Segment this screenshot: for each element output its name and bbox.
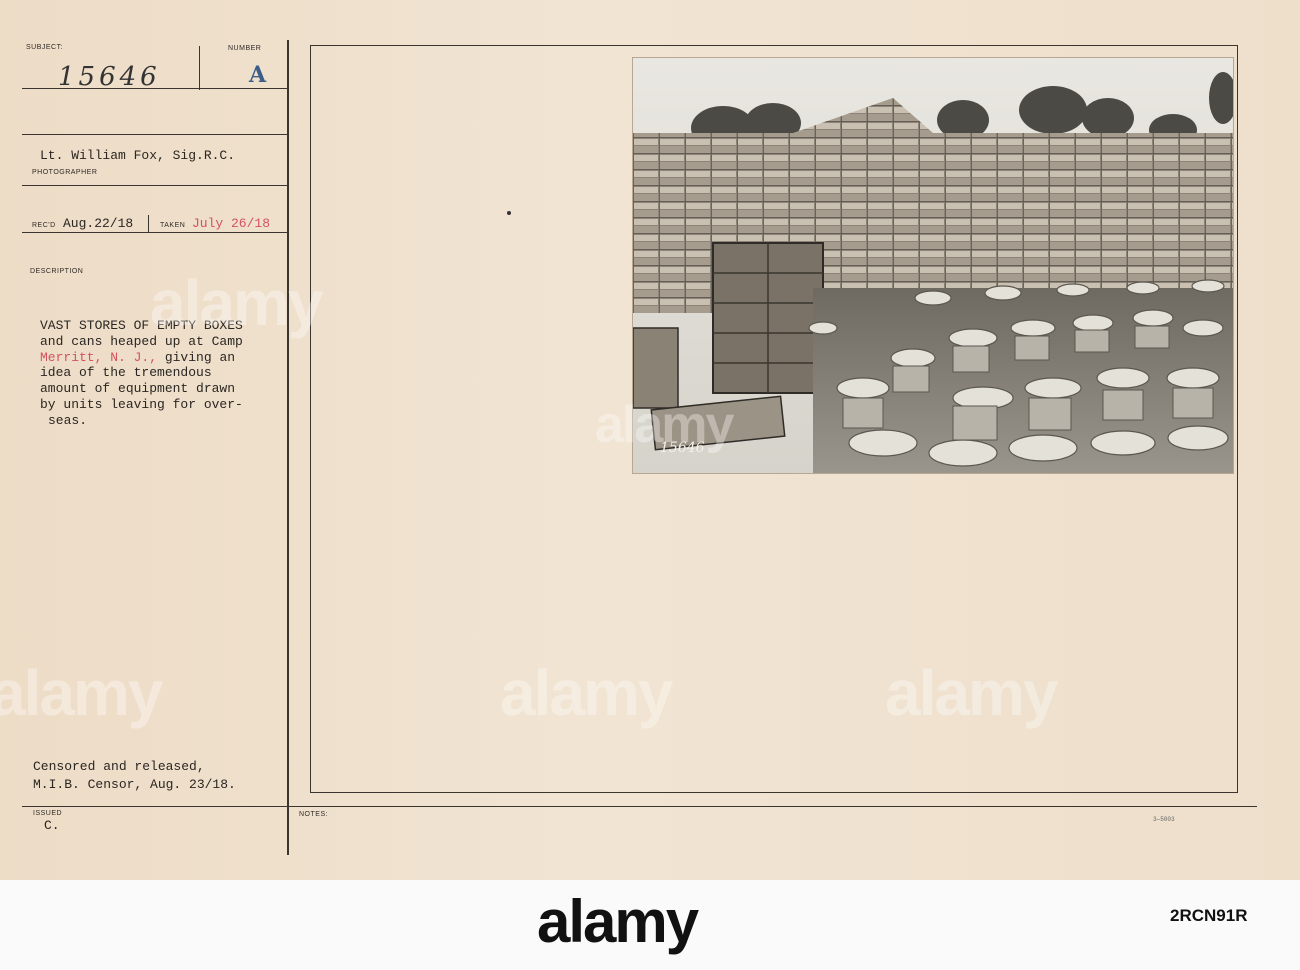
issued-value: C. bbox=[44, 818, 60, 833]
row-line bbox=[22, 232, 288, 233]
location-red: Merritt, N. J., bbox=[40, 349, 158, 365]
bottom-row-line bbox=[22, 806, 1257, 807]
photographer-label: PHOTOGRAPHER bbox=[32, 169, 98, 176]
stock-image-id: 2RCN91R bbox=[1170, 906, 1248, 925]
description-line: idea of the tremendous bbox=[40, 365, 212, 381]
stock-logo: alamy bbox=[537, 888, 699, 955]
censor-line-2: M.I.B. Censor, Aug. 23/18. bbox=[33, 777, 236, 792]
pin-dot bbox=[507, 211, 511, 215]
watermark: alamy bbox=[885, 657, 1058, 729]
number-letter: A bbox=[249, 62, 267, 88]
number-divider bbox=[199, 46, 200, 90]
description-line: amount of equipment drawn bbox=[40, 381, 236, 397]
watermark: alamy bbox=[150, 267, 323, 339]
photographer-name: Lt. William Fox, Sig.R.C. bbox=[40, 148, 236, 163]
recd-label: REC'D bbox=[32, 222, 56, 229]
description-line: by units leaving for over- bbox=[40, 396, 243, 412]
taken-label: TAKEN bbox=[160, 222, 186, 229]
row-line bbox=[22, 185, 288, 186]
watermark: alamy bbox=[0, 657, 163, 729]
watermark: alamy bbox=[500, 657, 673, 729]
archive-card: SUBJECT: NUMBER 15646 A Lt. William Fox,… bbox=[0, 0, 1300, 880]
description-label: DESCRIPTION bbox=[30, 268, 84, 275]
censor-line-1: Censored and released, bbox=[33, 759, 205, 774]
number-label: NUMBER bbox=[228, 45, 262, 52]
left-column-divider bbox=[287, 40, 289, 855]
issued-label: ISSUED bbox=[33, 810, 63, 817]
date-divider bbox=[148, 215, 149, 233]
row-line bbox=[22, 134, 288, 135]
form-code: 3—5003 bbox=[1153, 816, 1175, 823]
subject-label: SUBJECT: bbox=[26, 44, 64, 51]
subject-number: 15646 bbox=[58, 62, 161, 92]
taken-date: July 26/18 bbox=[192, 216, 271, 231]
recd-date: Aug.22/18 bbox=[63, 216, 134, 231]
notes-label: NOTES: bbox=[299, 811, 329, 818]
description-line: Merritt, N. J., giving an bbox=[40, 349, 236, 365]
watermark: alamy bbox=[595, 396, 734, 454]
description-line: seas. bbox=[48, 412, 88, 428]
